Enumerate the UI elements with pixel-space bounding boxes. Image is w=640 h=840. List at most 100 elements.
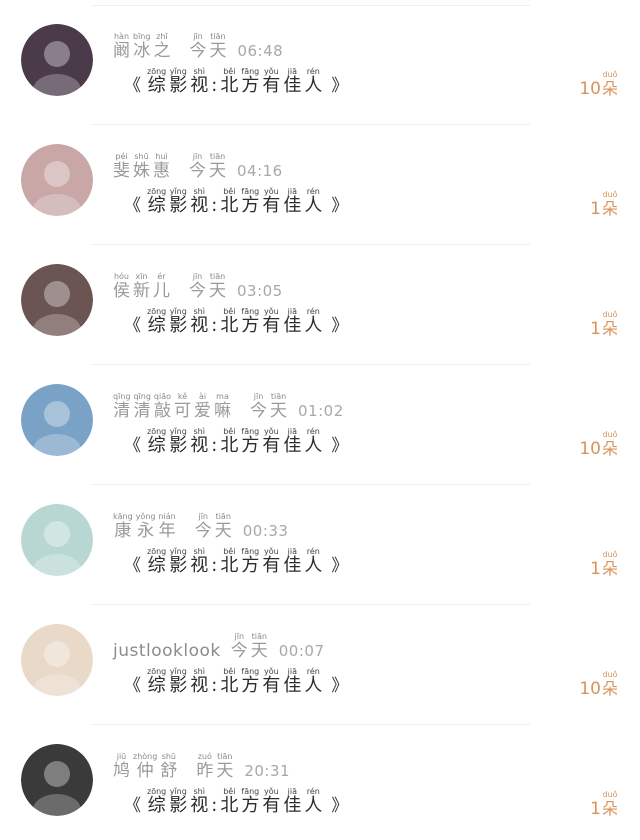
work-title[interactable]: 《 zōng 综 yǐng 影 shì 视: běi 北 fāng 方 yǒu 有 jiā 佳 rén 人》 xyxy=(118,422,354,456)
avatar[interactable] xyxy=(21,24,93,96)
avatar[interactable] xyxy=(21,744,93,816)
title-char: jiā 佳 xyxy=(283,187,301,216)
timestamp: 06:48 xyxy=(237,42,284,60)
count-unit: duǒ 朵 xyxy=(602,310,618,339)
avatar[interactable] xyxy=(21,504,93,576)
hanzi: 敲 xyxy=(153,401,171,421)
pinyin: duǒ xyxy=(602,310,618,319)
day-char: tiān 天 xyxy=(216,752,233,781)
list-item[interactable]: hóu 侯 xīn 新 ér 儿 jīn 今 tiān 天 03:05 《 zōng 综 yǐng 影 shì 视… xyxy=(0,240,640,365)
work-title[interactable]: 《 zōng 综 yǐng 影 shì 视: běi 北 fāng 方 yǒu 有 jiā 佳 rén 人》 xyxy=(118,62,354,96)
list-item[interactable]: péi 斐 shū 姝 huì 惠 jīn 今 tiān 天 04:16 《 zōng 综 yǐng 影 shì… xyxy=(0,120,640,245)
title-char: : xyxy=(211,307,217,336)
hanzi: 影 xyxy=(169,315,188,336)
pinyin: duǒ xyxy=(602,190,618,199)
title-char: zōng 综 xyxy=(147,667,166,696)
list-item[interactable]: hàn 阚 bīng 冰 zhī 之 jīn 今 tiān 天 06:48 《 zōng 综 yǐng 影 sh… xyxy=(0,0,640,125)
name-char: qiāo 敲 xyxy=(154,392,171,421)
user-name[interactable]: hàn 阚 bīng 冰 zhī 之 xyxy=(113,32,173,61)
timestamp: 04:16 xyxy=(237,162,283,180)
user-name[interactable]: péi 斐 shū 姝 huì 惠 xyxy=(113,152,173,181)
timestamp: 01:02 xyxy=(298,402,344,420)
hanzi: 今 xyxy=(230,641,248,661)
user-name[interactable]: kāng 康 yǒng 永 nián 年 xyxy=(113,512,179,541)
user-name[interactable]: qīng 清 qīng 清 qiāo 敲 kě 可 ài 爱 ma 嘛 xyxy=(113,392,234,421)
day-char: tiān 天 xyxy=(270,392,287,421)
pinyin: ài xyxy=(198,392,207,401)
day-char: tiān 天 xyxy=(209,152,226,181)
hanzi: 天 xyxy=(209,281,226,301)
hanzi: 今 xyxy=(250,401,268,421)
flower-count: 10 duǒ 朵 xyxy=(579,670,618,699)
work-title[interactable]: 《 zōng 综 yǐng 影 shì 视: běi 北 fāng 方 yǒu 有 jiā 佳 rén 人》 xyxy=(118,782,354,816)
title-char: rén 人 xyxy=(304,787,322,816)
hanzi: 佳 xyxy=(283,675,302,696)
hanzi: : xyxy=(211,195,218,216)
hanzi: 可 xyxy=(174,401,192,421)
close-quote: 》 xyxy=(331,436,349,456)
hanzi: 爱 xyxy=(194,401,212,421)
title-char: yǒu 有 xyxy=(262,307,280,336)
hanzi: 天 xyxy=(214,521,232,541)
avatar[interactable] xyxy=(21,384,93,456)
count-unit: duǒ 朵 xyxy=(602,790,618,819)
title-char: rén 人 xyxy=(304,307,322,336)
work-title[interactable]: 《 zōng 综 yǐng 影 shì 视: běi 北 fāng 方 yǒu 有 jiā 佳 rén 人》 xyxy=(118,662,354,696)
title-char: : xyxy=(211,67,217,96)
close-quote: 》 xyxy=(331,556,349,576)
user-name[interactable]: hóu 侯 xīn 新 ér 儿 xyxy=(113,272,173,301)
hanzi: 有 xyxy=(262,435,281,456)
day-label: jīn 今 tiān 天 xyxy=(195,512,235,541)
work-title[interactable]: 《 zōng 综 yǐng 影 shì 视: běi 北 fāng 方 yǒu 有 jiā 佳 rén 人》 xyxy=(118,182,354,216)
title-char: jiā 佳 xyxy=(283,787,301,816)
title-char: shì 视 xyxy=(190,547,208,576)
hanzi: 综 xyxy=(147,75,166,96)
work-title[interactable]: 《 zōng 综 yǐng 影 shì 视: běi 北 fāng 方 yǒu 有 jiā 佳 rén 人》 xyxy=(118,542,354,576)
title-char: jiā 佳 xyxy=(283,547,301,576)
work-title[interactable]: 《 zōng 综 yǐng 影 shì 视: běi 北 fāng 方 yǒu 有 jiā 佳 rén 人》 xyxy=(118,302,354,336)
avatar[interactable] xyxy=(21,144,93,216)
open-quote: 《 xyxy=(124,556,141,576)
avatar[interactable] xyxy=(21,624,93,696)
count-number: 1 xyxy=(590,319,601,339)
list-item[interactable]: jiū 鸠 zhòng 仲 shū 舒 zuó 昨 tiān 天 20:31 《 zōng 综 yǐng 影 s… xyxy=(0,720,640,840)
pinyin: tiān xyxy=(251,632,267,641)
name-char: péi 斐 xyxy=(113,152,130,181)
pinyin: duǒ xyxy=(602,430,618,439)
user-name[interactable]: jiū 鸠 zhòng 仲 shū 舒 xyxy=(113,752,180,781)
hanzi: 北 xyxy=(220,435,239,456)
list-item[interactable]: qīng 清 qīng 清 qiāo 敲 kě 可 ài 爱 ma 嘛 jīn 今 tiān 天 01:02 《 z… xyxy=(0,360,640,485)
hanzi: 侯 xyxy=(113,281,130,301)
hanzi: 仲 xyxy=(136,761,154,781)
user-name[interactable]: justlooklook xyxy=(113,641,221,661)
pinyin: jīn xyxy=(192,152,203,161)
day-label: jīn 今 tiān 天 xyxy=(189,272,229,301)
day-label: jīn 今 tiān 天 xyxy=(250,392,290,421)
hanzi: 佳 xyxy=(283,435,302,456)
name-time-line: péi 斐 shū 姝 huì 惠 jīn 今 tiān 天 04:16 xyxy=(113,147,283,181)
pinyin: tiān xyxy=(209,152,226,161)
hanzi: 北 xyxy=(220,795,239,816)
pinyin: jīn xyxy=(193,32,203,41)
list-item[interactable]: kāng 康 yǒng 永 nián 年 jīn 今 tiān 天 00:33 《 zōng 综 yǐng 影… xyxy=(0,480,640,605)
hanzi: 综 xyxy=(147,315,166,336)
open-quote: 《 xyxy=(124,436,141,456)
title-char: zōng 综 xyxy=(147,427,166,456)
title-char: fāng 方 xyxy=(241,427,259,456)
hanzi: 嘛 xyxy=(214,401,232,421)
hanzi: 有 xyxy=(262,795,281,816)
title-char: : xyxy=(211,547,217,576)
pinyin: duǒ xyxy=(602,670,618,679)
close-quote: 》 xyxy=(331,76,349,96)
title-char: shì 视 xyxy=(190,67,208,96)
avatar[interactable] xyxy=(21,264,93,336)
pinyin: péi xyxy=(115,152,128,161)
title-char: yǐng 影 xyxy=(169,667,187,696)
count-number: 10 xyxy=(579,439,601,459)
hanzi: 今 xyxy=(189,41,207,61)
title-char: shì 视 xyxy=(190,787,208,816)
list-item[interactable]: justlooklook jīn 今 tiān 天 00:07 《 zōng 综 yǐng 影 shì… xyxy=(0,600,640,725)
timestamp: 20:31 xyxy=(244,762,291,780)
hanzi: 佳 xyxy=(283,315,302,336)
title-char: : xyxy=(211,427,217,456)
